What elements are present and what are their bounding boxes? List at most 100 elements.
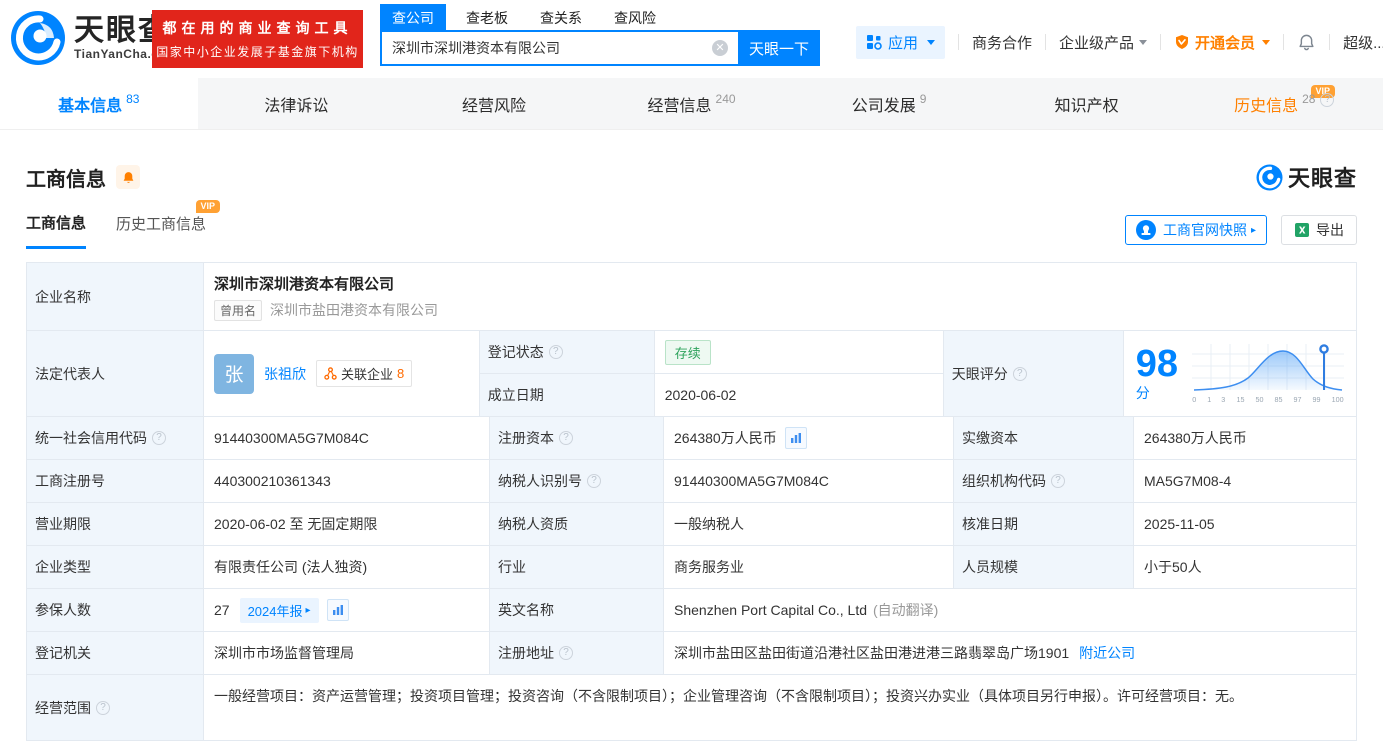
help-icon[interactable]: ? (152, 431, 166, 445)
score-value: 98 (1135, 342, 1178, 385)
search-button[interactable]: 天眼一下 (738, 30, 820, 66)
export-label: 导出 (1316, 222, 1344, 238)
tab-label: 知识产权 (1054, 97, 1119, 115)
legal-rep-name-link[interactable]: 张祖欣 (264, 364, 306, 384)
tab-count: 28 (1302, 91, 1316, 106)
capital-chart-icon[interactable] (784, 427, 807, 449)
tab-label: 公司发展 (851, 97, 916, 115)
reg-capital-label: 注册资本 (498, 430, 554, 446)
search-input[interactable] (380, 30, 738, 66)
tab-count: 240 (715, 91, 736, 106)
notifications-button[interactable] (1297, 33, 1316, 52)
divider (1283, 34, 1285, 50)
watermark-text: 天眼查 (1287, 166, 1357, 191)
related-companies-count: 8 (397, 366, 405, 381)
divider (1160, 34, 1162, 50)
score-unit: 分 (1135, 384, 1150, 401)
help-icon[interactable]: ? (96, 700, 110, 715)
tab-company-development[interactable]: 公司发展 9 (790, 78, 988, 129)
company-name-label: 企业名称 (27, 263, 203, 330)
tab-operational-risk[interactable]: 经营风险 (395, 78, 593, 129)
network-icon (324, 367, 337, 380)
enterprise-products-label: 企业级产品 (1059, 34, 1135, 52)
address-value: 深圳市盐田区盐田街道沿港社区盐田港进港三路翡翠岛广场1901 (674, 645, 1070, 661)
org-code-label-cell: 组织机构代码 ? (953, 460, 1133, 502)
search-tab-company[interactable]: 查公司 (380, 4, 446, 30)
help-icon[interactable]: ? (559, 431, 573, 445)
vip-crown-icon (1176, 35, 1189, 49)
tianyancha-logo-icon (11, 11, 65, 65)
tab-basic-info[interactable]: 基本信息 83 (0, 78, 198, 129)
vip-label: 开通会员 (1195, 34, 1256, 52)
subtab-label: 历史工商信息 (116, 216, 207, 233)
nearby-companies-link[interactable]: 附近公司 (1079, 643, 1135, 663)
tianyancha-logo-icon (1256, 163, 1283, 191)
help-icon[interactable]: ? (1012, 366, 1027, 381)
help-icon[interactable]: ? (1320, 92, 1335, 107)
annual-report-badge[interactable]: 2024年报 ▸ (239, 597, 319, 623)
export-button[interactable]: 导出 (1281, 215, 1357, 245)
clear-search-icon[interactable]: ✕ (712, 40, 728, 56)
chevron-down-icon (1139, 39, 1148, 45)
reg-status-label-cell: 登记状态 ? (479, 331, 654, 373)
term-value: 2020-06-02 至 无固定期限 (203, 503, 489, 545)
snapshot-label: 工商官网快照 (1162, 222, 1247, 238)
industry-label: 行业 (489, 546, 663, 588)
staff-size-label: 人员规模 (953, 546, 1133, 588)
org-code-label: 组织机构代码 (962, 473, 1046, 489)
uscc-label-cell: 统一社会信用代码 ? (27, 417, 203, 459)
taxpayer-id-label-cell: 纳税人识别号 ? (489, 460, 663, 502)
section-title: 工商信息 (26, 168, 106, 191)
arrow-right-icon: ▸ (1250, 224, 1256, 236)
english-name-label: 英文名称 (489, 589, 663, 631)
help-icon[interactable]: ? (1051, 474, 1065, 488)
apps-menu[interactable]: 应用 (856, 25, 946, 59)
bell-icon (123, 171, 133, 183)
business-info-table: 企业名称 深圳市深圳港资本有限公司 曾用名 深圳市盐田港资本有限公司 法定代表人… (26, 262, 1357, 741)
search-tab-risk[interactable]: 查风险 (602, 4, 668, 30)
subtab-business-registration[interactable]: 工商信息 (26, 212, 87, 249)
reg-capital-label-cell: 注册资本 ? (489, 417, 663, 459)
vip-membership-menu[interactable]: 开通会员 (1174, 32, 1271, 53)
tab-legal-proceedings[interactable]: 法律诉讼 (198, 78, 396, 129)
enterprise-products-menu[interactable]: 企业级产品 (1059, 32, 1148, 53)
established-date-label: 成立日期 (479, 374, 654, 416)
approval-date-label: 核准日期 (953, 503, 1133, 545)
address-label: 注册地址 (498, 645, 554, 661)
help-icon[interactable]: ? (559, 646, 573, 660)
search-tab-relation[interactable]: 查关系 (528, 4, 594, 30)
promo-line2: 国家中小企业发展子基金旗下机构 (156, 45, 359, 59)
insured-chart-icon[interactable] (326, 599, 349, 621)
subtab-history-registration[interactable]: VIP 历史工商信息 (116, 200, 221, 247)
company-type-label: 企业类型 (27, 546, 203, 588)
tab-intellectual-property[interactable]: 知识产权 (988, 78, 1186, 129)
taxpayer-id-label: 纳税人识别号 (498, 473, 582, 489)
super-vip-menu[interactable]: 超级... (1343, 32, 1383, 53)
company-name-value: 深圳市深圳港资本有限公司 (214, 275, 395, 293)
divider (958, 34, 960, 50)
staff-size-value: 小于50人 (1133, 546, 1356, 588)
search-tabs: 查公司 查老板 查关系 查风险 (380, 4, 820, 30)
taxpayer-quality-value: 一般纳税人 (663, 503, 953, 545)
tab-business-info[interactable]: 经营信息 240 (593, 78, 791, 129)
help-icon[interactable]: ? (548, 345, 563, 359)
monitor-bell-button[interactable] (116, 165, 140, 189)
tab-label: 法律诉讼 (264, 97, 329, 115)
related-companies-label: 关联企业 (341, 367, 394, 382)
legal-rep-avatar[interactable]: 张 (214, 353, 254, 394)
taxpayer-quality-label: 纳税人资质 (489, 503, 663, 545)
excel-icon (1295, 223, 1309, 237)
business-cooperation-link[interactable]: 商务合作 (972, 32, 1032, 53)
help-icon[interactable]: ? (587, 474, 601, 488)
scope-label-cell: 经营范围 ? (27, 675, 203, 740)
tab-count: 83 (126, 91, 140, 106)
address-label-cell: 注册地址 ? (489, 632, 663, 674)
related-companies-badge[interactable]: 关联企业 8 (316, 360, 413, 387)
tab-history-info[interactable]: VIP 历史信息 28 ? (1185, 78, 1383, 129)
main-content: 工商信息 天眼查 工商信息 VIP 历史工商信息 工商官网快照 ▸ 导出 企业名… (0, 130, 1383, 741)
official-snapshot-button[interactable]: 工商官网快照 ▸ (1124, 215, 1267, 245)
tab-count: 9 (919, 91, 927, 106)
vip-badge: VIP (195, 200, 221, 213)
header-menu: 应用 商务合作 企业级产品 开通会员 超级... (856, 24, 1383, 60)
search-tab-boss[interactable]: 查老板 (454, 4, 520, 30)
